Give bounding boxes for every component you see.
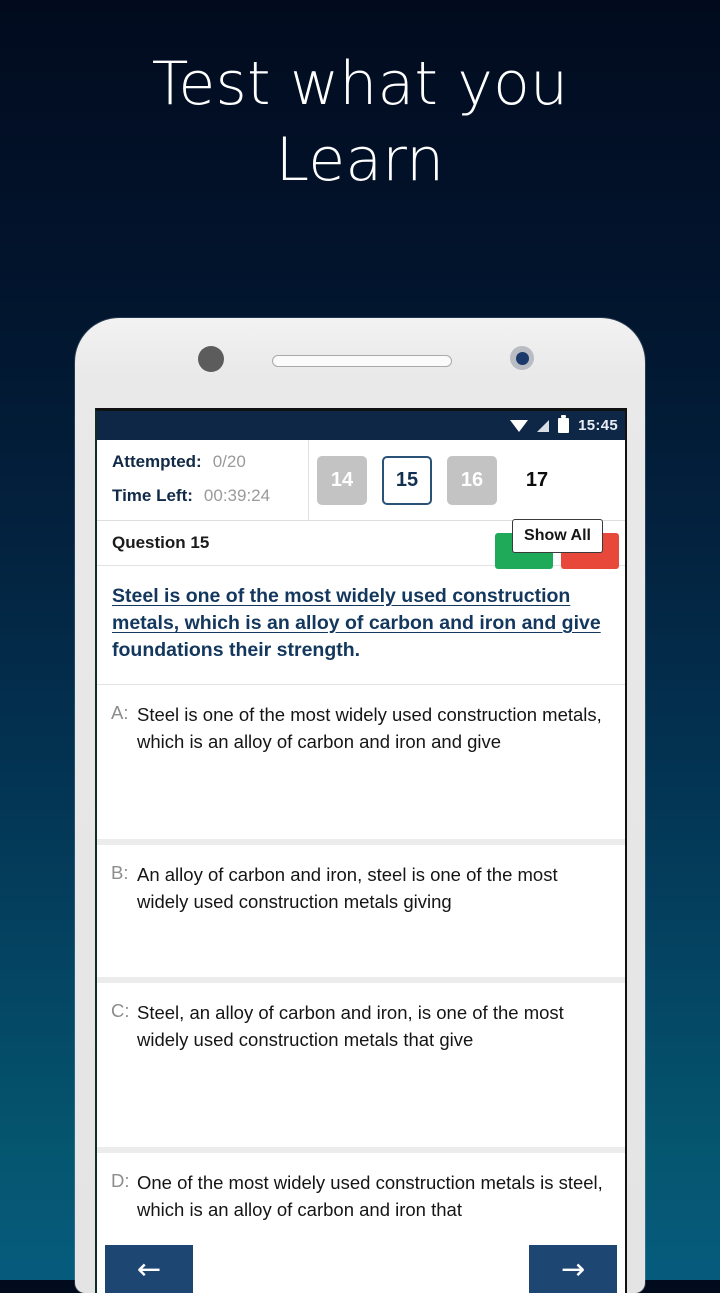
option-b[interactable]: B: An alloy of carbon and iron, steel is… — [97, 845, 625, 983]
option-a-text: Steel is one of the most widely used con… — [137, 704, 602, 752]
phone-mockup: 15:45 Attempted: 0/20 Time Left: 00:39:2… — [75, 318, 645, 1293]
attempted-value: 0/20 — [212, 452, 246, 471]
promo-headline: Test what you Learn — [0, 46, 720, 198]
battery-icon — [558, 415, 570, 433]
question-text-plain: foundations their strength. — [112, 639, 361, 661]
option-c[interactable]: C: Steel, an alloy of carbon and iron, i… — [97, 983, 625, 1153]
android-status-bar: 15:45 — [97, 411, 625, 440]
attempted-label: Attempted: — [112, 452, 202, 471]
earpiece-speaker-icon — [272, 355, 452, 367]
question-text: Steel is one of the most widely used con… — [112, 583, 611, 664]
phone-top-bezel — [75, 318, 645, 406]
arrow-left-icon: ← — [136, 1251, 162, 1286]
time-left-value: 00:39:24 — [203, 486, 271, 505]
status-bar-clock: 15:45 — [578, 417, 618, 434]
previous-question-button[interactable]: ← — [105, 1245, 193, 1293]
attempted-stat: Attempted: 0/20 — [112, 452, 308, 472]
time-left-label: Time Left: — [112, 486, 193, 505]
option-b-letter: B: — [111, 862, 129, 883]
front-camera-icon — [510, 346, 534, 370]
question-nav-17[interactable]: 17 — [512, 456, 562, 505]
promo-line-2: Learn — [275, 125, 445, 195]
quiz-stats-panel: Attempted: 0/20 Time Left: 00:39:24 — [97, 440, 309, 520]
question-body: Steel is one of the most widely used con… — [97, 566, 625, 685]
phone-screen: 15:45 Attempted: 0/20 Time Left: 00:39:2… — [95, 408, 627, 1293]
question-nav-16[interactable]: 16 — [447, 456, 497, 505]
option-a[interactable]: A: Steel is one of the most widely used … — [97, 685, 625, 845]
question-nav-15[interactable]: 15 — [382, 456, 432, 505]
time-left-stat: Time Left: 00:39:24 — [112, 486, 308, 506]
next-question-button[interactable]: → — [529, 1245, 617, 1293]
option-b-text: An alloy of carbon and iron, steel is on… — [137, 864, 558, 912]
proximity-sensor-icon — [198, 346, 224, 372]
question-text-underlined: Steel is one of the most widely used con… — [112, 585, 601, 634]
question-nav-14[interactable]: 14 — [317, 456, 367, 505]
option-a-letter: A: — [111, 702, 129, 723]
wifi-icon — [510, 419, 529, 432]
question-navigator: 14 15 16 17 — [309, 440, 625, 520]
question-title-row: Question 15 Show All — [97, 519, 625, 569]
option-c-letter: C: — [111, 1000, 130, 1021]
quiz-header: Attempted: 0/20 Time Left: 00:39:24 14 1… — [97, 440, 625, 521]
show-all-button[interactable]: Show All — [512, 519, 603, 553]
cellular-signal-icon — [537, 419, 550, 432]
promo-line-1: Test what you — [151, 49, 569, 119]
arrow-right-icon: → — [560, 1251, 586, 1286]
question-title: Question 15 — [112, 533, 210, 552]
option-c-text: Steel, an alloy of carbon and iron, is o… — [137, 1002, 564, 1050]
